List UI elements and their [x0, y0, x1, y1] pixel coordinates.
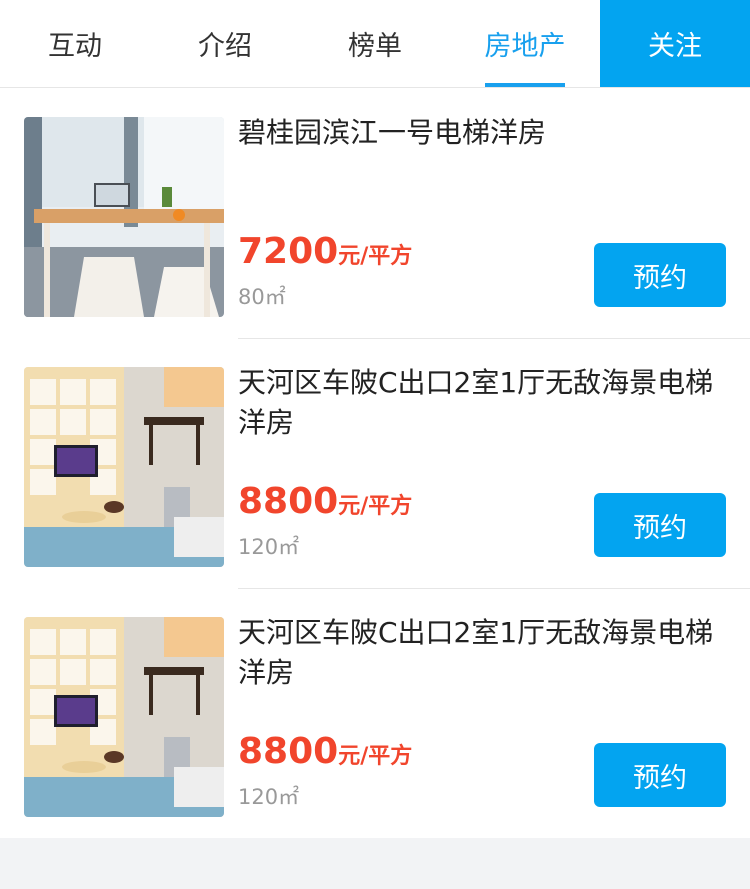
- listing-photo[interactable]: [24, 117, 224, 317]
- listing-title: 碧桂园滨江一号电梯洋房: [238, 116, 547, 149]
- listing-info: 碧桂园滨江一号电梯洋房 7200元/平方 80㎡ 预约: [238, 116, 726, 338]
- price-unit: 元/平方: [338, 744, 413, 769]
- listing-title: 天河区车陂C出口2室1厅无敌海景电梯洋房: [238, 366, 714, 439]
- book-button[interactable]: 预约: [594, 743, 726, 807]
- listing-list: 碧桂园滨江一号电梯洋房 7200元/平方 80㎡ 预约 天河区车陂C出口2室1厅…: [0, 88, 750, 838]
- price-value: 8800: [238, 731, 339, 772]
- top-tab-bar: 互动 介绍 榜单 房地产 关注: [0, 0, 750, 88]
- price-unit: 元/平方: [338, 244, 413, 269]
- listing-price: 7200元/平方: [238, 231, 412, 272]
- listing-area: 80㎡: [238, 285, 286, 309]
- tab-introduction[interactable]: 介绍: [150, 0, 300, 87]
- listing-item[interactable]: 碧桂园滨江一号电梯洋房 7200元/平方 80㎡ 预约: [0, 88, 750, 338]
- listing-item[interactable]: 天河区车陂C出口2室1厅无敌海景电梯洋房 8800元/平方 120㎡ 预约: [0, 588, 750, 838]
- listing-photo[interactable]: [24, 367, 224, 567]
- room-photo-image: [24, 117, 224, 317]
- tab-real-estate[interactable]: 房地产: [450, 0, 600, 87]
- tab-ranking[interactable]: 榜单: [300, 0, 450, 87]
- listing-photo[interactable]: [24, 617, 224, 817]
- book-button[interactable]: 预约: [594, 493, 726, 557]
- price-value: 7200: [238, 231, 339, 272]
- book-button[interactable]: 预约: [594, 243, 726, 307]
- room-photo-image: [24, 617, 224, 817]
- listing-area: 120㎡: [238, 785, 300, 809]
- tab-interaction[interactable]: 互动: [0, 0, 150, 87]
- listing-price: 8800元/平方: [238, 481, 412, 522]
- room-photo-image: [24, 367, 224, 567]
- listing-info: 天河区车陂C出口2室1厅无敌海景电梯洋房 8800元/平方 120㎡ 预约: [238, 616, 726, 838]
- follow-button[interactable]: 关注: [600, 0, 750, 87]
- price-value: 8800: [238, 481, 339, 522]
- listing-price: 8800元/平方: [238, 731, 412, 772]
- listing-item[interactable]: 天河区车陂C出口2室1厅无敌海景电梯洋房 8800元/平方 120㎡ 预约: [0, 338, 750, 588]
- listing-area: 120㎡: [238, 535, 300, 559]
- price-unit: 元/平方: [338, 494, 413, 519]
- listing-info: 天河区车陂C出口2室1厅无敌海景电梯洋房 8800元/平方 120㎡ 预约: [238, 366, 726, 588]
- listing-title: 天河区车陂C出口2室1厅无敌海景电梯洋房: [238, 616, 714, 689]
